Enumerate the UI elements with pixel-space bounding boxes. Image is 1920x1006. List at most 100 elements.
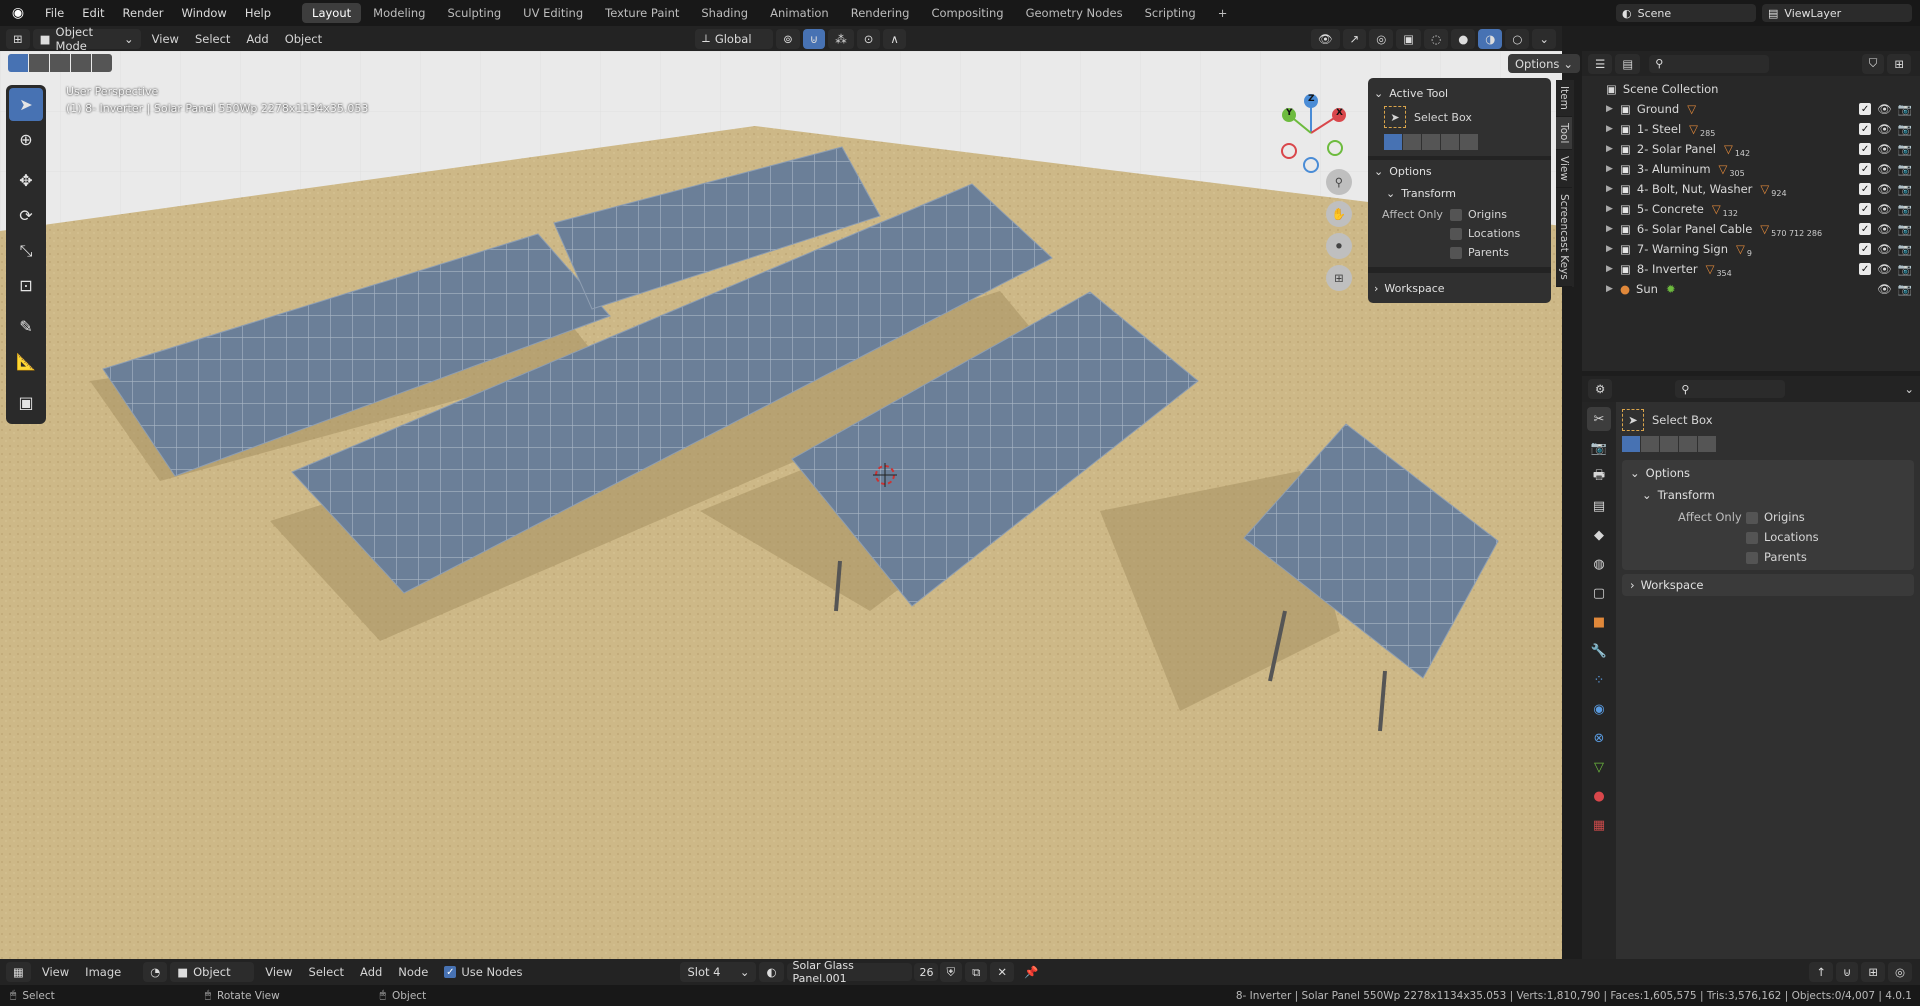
eye-icon[interactable]: 👁	[1877, 162, 1892, 176]
fake-user-button[interactable]: ⛨	[939, 962, 963, 982]
tab-compositing[interactable]: Compositing	[921, 3, 1013, 23]
outliner-row[interactable]: ▶ ▣ 2- Solar Panel ▽ 142 ✓ 👁 📷	[1582, 139, 1920, 159]
pin-button[interactable]: 📌	[1017, 962, 1045, 982]
outliner-row[interactable]: ▶ ● Sun ✹ 👁 📷	[1582, 279, 1920, 299]
mode-intersect-icon[interactable]	[1460, 134, 1478, 150]
duplicate-material-button[interactable]: ⧉	[965, 962, 988, 982]
add-workspace-button[interactable]: +	[1208, 3, 1238, 23]
mode-subtract-icon[interactable]	[1660, 436, 1678, 452]
disclosure-triangle-icon[interactable]: ▶	[1606, 184, 1620, 194]
eye-icon[interactable]: 👁	[1877, 142, 1892, 156]
new-collection-button[interactable]: ⊞	[1887, 53, 1911, 74]
node-menu-add[interactable]: Add	[352, 965, 390, 979]
pivot-dropdown[interactable]: ⊚	[776, 28, 800, 49]
use-nodes-checkbox[interactable]: ✓ Use Nodes	[436, 965, 530, 979]
material-tab-icon[interactable]: ●	[1587, 784, 1611, 808]
prop-options-header[interactable]: ⌄ Options	[1630, 462, 1906, 484]
camera-icon[interactable]: 📷	[1898, 242, 1912, 256]
eye-icon[interactable]: 👁	[1877, 242, 1892, 256]
mode-extend-icon[interactable]	[1641, 436, 1659, 452]
data-tab-icon[interactable]: ▽	[1587, 755, 1611, 779]
properties-search-input[interactable]: ⚲	[1675, 380, 1786, 398]
scene-collection-row[interactable]: ▣ Scene Collection	[1582, 79, 1920, 99]
select-box-tool[interactable]: ➤	[9, 88, 43, 121]
tab-modeling[interactable]: Modeling	[363, 3, 435, 23]
tab-layout[interactable]: Layout	[302, 3, 362, 23]
display-mode-dropdown[interactable]: ▤	[1615, 53, 1641, 74]
view-layer-tab-icon[interactable]: ▤	[1587, 494, 1611, 518]
zoom-icon[interactable]: ⚲	[1326, 169, 1352, 195]
mode-intersect-icon[interactable]	[1698, 436, 1716, 452]
tab-geometry-nodes[interactable]: Geometry Nodes	[1016, 3, 1133, 23]
world-tab-icon[interactable]: ◍	[1587, 552, 1611, 576]
exclude-checkbox-icon[interactable]: ✓	[1859, 163, 1872, 175]
eye-icon[interactable]: 👁	[1877, 222, 1892, 236]
shader-type-dropdown[interactable]: ◔	[143, 962, 168, 982]
collection-tab-icon[interactable]: ▢	[1587, 581, 1611, 605]
outliner-row[interactable]: ▶ ▣ 7- Warning Sign ▽ 9 ✓ 👁 📷	[1582, 239, 1920, 259]
measure-tool[interactable]: 📐	[9, 345, 43, 378]
outliner-row[interactable]: ▶ ▣ 6- Solar Panel Cable ▽ 570 712 286 ✓ 👁 📷	[1582, 219, 1920, 239]
tab-screencast-keys[interactable]: Screencast Keys	[1556, 188, 1572, 287]
select-subtract-icon[interactable]	[50, 54, 70, 72]
mode-set-icon[interactable]	[1622, 436, 1640, 452]
cursor-tool[interactable]: ⊕	[9, 123, 43, 156]
material-users[interactable]: 26	[913, 963, 938, 981]
camera-icon[interactable]: 📷	[1898, 222, 1912, 236]
rotate-tool[interactable]: ⟳	[9, 199, 43, 232]
options-header[interactable]: ⌄ Options	[1374, 160, 1545, 182]
camera-icon[interactable]: 📷	[1898, 182, 1912, 196]
add-cube-tool[interactable]: ▣	[9, 386, 43, 419]
mode-set-icon[interactable]	[1384, 134, 1402, 150]
shading-material[interactable]: ◑	[1478, 28, 1503, 49]
tool-tab-icon[interactable]: ✂	[1587, 407, 1611, 431]
shader-object-dropdown[interactable]: ■ Object	[170, 962, 255, 982]
tab-tool[interactable]: Tool	[1556, 116, 1572, 151]
prop-workspace-header[interactable]: › Workspace	[1630, 574, 1906, 596]
viewport-menu-view[interactable]: View	[144, 32, 187, 46]
menu-help[interactable]: Help	[236, 0, 280, 26]
proportional-edit-toggle[interactable]: ⊙	[856, 28, 881, 49]
node-overlay-button[interactable]: ◎	[1887, 962, 1912, 982]
disclosure-triangle-icon[interactable]: ▶	[1606, 204, 1620, 214]
outliner-row[interactable]: ▶ ▣ Ground ▽ ✓ 👁 📷	[1582, 99, 1920, 119]
parents-checkbox[interactable]: Parents	[1450, 246, 1520, 259]
menu-view[interactable]: View	[34, 965, 77, 979]
camera-icon[interactable]: 📷	[1898, 102, 1912, 116]
exclude-checkbox-icon[interactable]: ✓	[1859, 263, 1872, 275]
viewport-menu-add[interactable]: Add	[238, 32, 276, 46]
snap-toggle[interactable]: ⊍	[802, 28, 826, 49]
exclude-checkbox-icon[interactable]: ✓	[1859, 183, 1872, 195]
outliner-row[interactable]: ▶ ▣ 8- Inverter ▽ 354 ✓ 👁 📷	[1582, 259, 1920, 279]
disclosure-triangle-icon[interactable]: ▶	[1606, 164, 1620, 174]
unlink-material-button[interactable]: ✕	[990, 962, 1014, 982]
prop-active-tool-row[interactable]: ➤ Select Box	[1622, 406, 1914, 434]
select-intersect-icon[interactable]	[92, 54, 112, 72]
locations-checkbox[interactable]: Locations	[1450, 227, 1520, 240]
origins-checkbox[interactable]: Origins	[1450, 208, 1520, 221]
snap-element-dropdown[interactable]: ⊞	[1861, 962, 1885, 982]
scene-selector[interactable]: ◐ Scene	[1616, 4, 1756, 22]
camera-icon[interactable]: 📷	[1898, 202, 1912, 216]
active-tool-header[interactable]: ⌄ Active Tool	[1374, 82, 1545, 104]
orientation-dropdown[interactable]: ⟂ Global	[695, 28, 774, 49]
transform-header[interactable]: ⌄ Transform	[1374, 182, 1545, 204]
modifier-tab-icon[interactable]: 🔧	[1587, 639, 1611, 663]
select-new-icon[interactable]	[8, 54, 28, 72]
transform-tool[interactable]: ⊡	[9, 269, 43, 302]
eye-icon[interactable]: 👁	[1877, 262, 1892, 276]
tab-animation[interactable]: Animation	[760, 3, 839, 23]
camera-icon[interactable]: 📷	[1898, 162, 1912, 176]
editor-type-button[interactable]: ⊞	[6, 28, 30, 49]
scene-tab-icon[interactable]: ◆	[1587, 523, 1611, 547]
disclosure-triangle-icon[interactable]: ▶	[1606, 284, 1620, 294]
falloff-dropdown[interactable]: ∧	[883, 28, 906, 49]
tab-view[interactable]: View	[1556, 150, 1572, 189]
viewport-options-button[interactable]: Options ⌄	[1508, 54, 1581, 73]
viewlayer-selector[interactable]: ▤ ViewLayer	[1762, 4, 1912, 22]
eye-icon[interactable]: 👁	[1877, 102, 1892, 116]
tab-sculpting[interactable]: Sculpting	[437, 3, 511, 23]
prop-transform-header[interactable]: ⌄ Transform	[1630, 484, 1906, 506]
node-menu-view[interactable]: View	[257, 965, 300, 979]
tab-scripting[interactable]: Scripting	[1135, 3, 1206, 23]
